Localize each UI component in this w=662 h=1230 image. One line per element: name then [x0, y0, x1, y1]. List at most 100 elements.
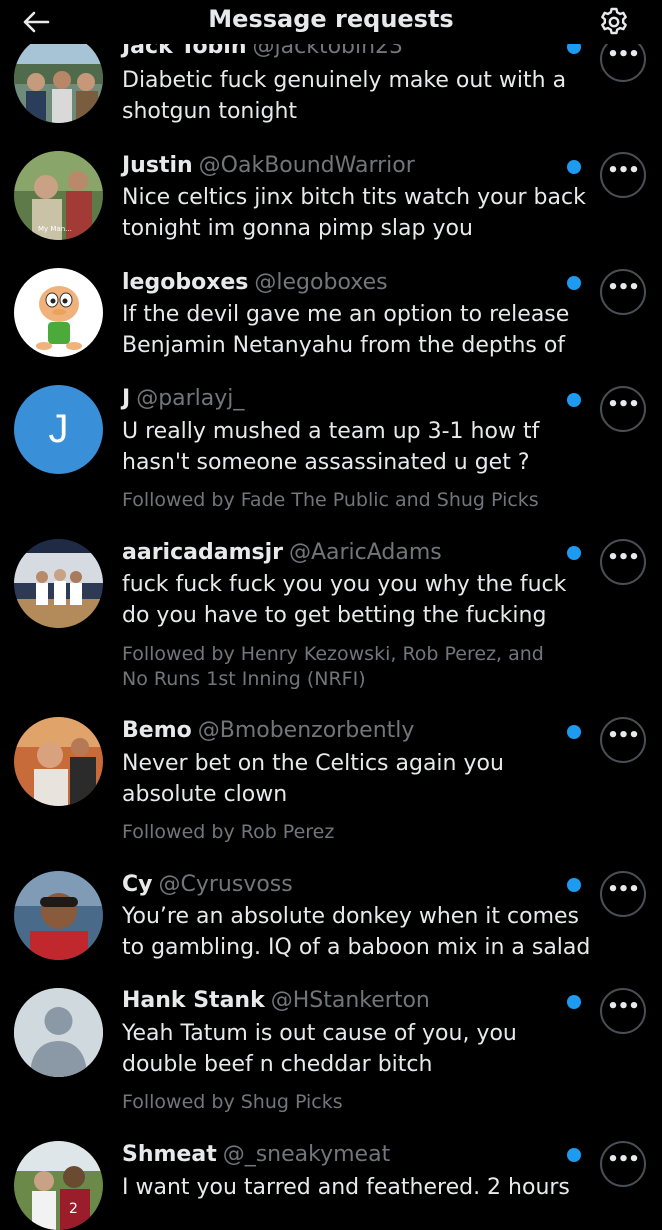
page-title: Message requests	[208, 5, 454, 33]
more-options-button[interactable]: •••	[600, 152, 646, 198]
message-line: U really mushed a team up 3-1 how tf	[122, 419, 540, 444]
more-options-button[interactable]: •••	[600, 988, 646, 1034]
more-options-button[interactable]: •••	[600, 1141, 646, 1187]
message-line: Never bet on the Celtics again you	[122, 751, 504, 776]
sender-name: Bemo	[122, 718, 192, 743]
sender-handle: @AaricAdams	[288, 540, 442, 565]
request-sender: aaricadamsjr @AaricAdams	[122, 540, 442, 565]
avatar[interactable]	[14, 34, 103, 123]
request-sender: legoboxes @legoboxes	[122, 270, 388, 295]
avatar-initial: J	[48, 407, 69, 451]
more-options-button[interactable]: •••	[600, 717, 646, 763]
request-sender: Justin @OakBoundWarrior	[122, 153, 415, 178]
sender-name: Justin	[122, 153, 193, 178]
more-horizontal-icon: •••	[607, 547, 640, 568]
sender-name: aaricadamsjr	[122, 540, 283, 565]
more-options-button[interactable]: •••	[600, 539, 646, 585]
followed-by-text: Followed by Fade The Public and Shug Pic…	[122, 488, 582, 513]
avatar[interactable]	[14, 539, 103, 628]
followed-by-line: Followed by Shug Picks	[122, 1091, 343, 1113]
message-line: to gambling. IQ of a baboon mix in a sal…	[122, 935, 591, 960]
message-preview: Nice celtics jinx bitch tits watch your …	[122, 182, 592, 244]
message-line: fuck fuck fuck you you you why the fuck	[122, 572, 567, 597]
avatar[interactable]	[14, 871, 103, 960]
more-options-button[interactable]: •••	[600, 269, 646, 315]
message-line: Yeah Tatum is out cause of you, you	[122, 1021, 517, 1046]
followed-by-text: Followed by Rob Perez	[122, 820, 582, 845]
default-profile-icon	[14, 988, 103, 1077]
followed-by-line: Followed by Henry Kezowski, Rob Perez, a…	[122, 643, 544, 665]
followed-by-line: Followed by Rob Perez	[122, 821, 335, 843]
message-preview: You’re an absolute donkey when it comes …	[122, 901, 592, 963]
avatar[interactable]: My Man...	[14, 151, 103, 240]
sender-name: legoboxes	[122, 270, 249, 295]
followed-by-line: Followed by Fade The Public and Shug Pic…	[122, 489, 539, 511]
unread-dot	[567, 878, 581, 892]
avatar[interactable]: 2	[14, 1141, 103, 1230]
sender-name: J	[122, 386, 131, 411]
sender-name: Shmeat	[122, 1142, 217, 1167]
sender-handle: @OakBoundWarrior	[198, 153, 415, 178]
more-horizontal-icon: •••	[607, 394, 640, 415]
message-line: do you have to get betting the fucking	[122, 603, 547, 628]
message-preview: If the devil gave me an option to releas…	[122, 299, 592, 361]
top-app-bar: Message requests	[0, 0, 662, 44]
request-sender: Cy @Cyrusvoss	[122, 872, 293, 897]
more-horizontal-icon: •••	[607, 725, 640, 746]
more-horizontal-icon: •••	[607, 996, 640, 1017]
followed-by-line: No Runs 1st Inning (NRFI)	[122, 668, 366, 690]
more-options-button[interactable]: •••	[600, 386, 646, 432]
more-horizontal-icon: •••	[607, 277, 640, 298]
gear-icon	[601, 7, 627, 35]
request-sender: Bemo @Bmobenzorbently	[122, 718, 414, 743]
sender-name: Cy	[122, 872, 153, 897]
avatar[interactable]	[14, 268, 103, 357]
message-preview: U really mushed a team up 3-1 how tf has…	[122, 416, 592, 478]
message-line: shotgun tonight	[122, 99, 298, 124]
message-line: tonight im gonna pimp slap you	[122, 216, 473, 241]
sender-handle: @Bmobenzorbently	[197, 718, 415, 743]
message-line: If the devil gave me an option to releas…	[122, 302, 570, 327]
message-preview: Yeah Tatum is out cause of you, you doub…	[122, 1018, 592, 1080]
message-line: Nice celtics jinx bitch tits watch your …	[122, 185, 586, 210]
sender-handle: @legoboxes	[254, 270, 388, 295]
request-sender: J @parlayj_	[122, 386, 244, 411]
more-horizontal-icon: •••	[607, 879, 640, 900]
followed-by-text: Followed by Shug Picks	[122, 1090, 582, 1115]
unread-dot	[567, 725, 581, 739]
avatar[interactable]: J	[14, 385, 103, 474]
unread-dot	[567, 393, 581, 407]
sender-handle: @_sneakymeat	[222, 1142, 391, 1167]
unread-dot	[567, 160, 581, 174]
sender-handle: @Cyrusvoss	[158, 872, 293, 897]
message-preview: fuck fuck fuck you you you why the fuck …	[122, 569, 592, 631]
unread-dot	[567, 276, 581, 290]
more-options-button[interactable]: •••	[600, 871, 646, 917]
message-line: You’re an absolute donkey when it comes	[122, 904, 579, 929]
more-horizontal-icon: •••	[607, 1149, 640, 1170]
more-horizontal-icon: •••	[607, 160, 640, 181]
unread-dot	[567, 546, 581, 560]
message-preview: I want you tarred and feathered. 2 hours	[122, 1172, 592, 1203]
svg-text:My Man...: My Man...	[38, 225, 72, 233]
followed-by-text: Followed by Henry Kezowski, Rob Perez, a…	[122, 642, 582, 692]
request-sender: Shmeat @_sneakymeat	[122, 1142, 390, 1167]
message-line: absolute clown	[122, 782, 288, 807]
sender-handle: @HStankerton	[270, 988, 430, 1013]
message-line: double beef n cheddar bitch	[122, 1052, 433, 1077]
unread-dot	[567, 1148, 581, 1162]
message-preview: Diabetic fuck genuinely make out with a …	[122, 65, 592, 127]
message-line: I want you tarred and feathered. 2 hours	[122, 1175, 570, 1200]
sender-handle: @parlayj_	[136, 386, 245, 411]
avatar[interactable]	[14, 717, 103, 806]
more-horizontal-icon: •••	[607, 44, 640, 65]
message-preview: Never bet on the Celtics again you absol…	[122, 748, 592, 810]
message-line: hasn't someone assassinated u get ?	[122, 450, 530, 475]
message-line: Benjamin Netanyahu from the depths of	[122, 333, 566, 358]
avatar[interactable]	[14, 988, 103, 1077]
settings-button[interactable]	[596, 4, 632, 40]
sender-name: Hank Stank	[122, 988, 265, 1013]
request-sender: Hank Stank @HStankerton	[122, 988, 430, 1013]
svg-text:2: 2	[69, 1201, 78, 1217]
unread-dot	[567, 995, 581, 1009]
